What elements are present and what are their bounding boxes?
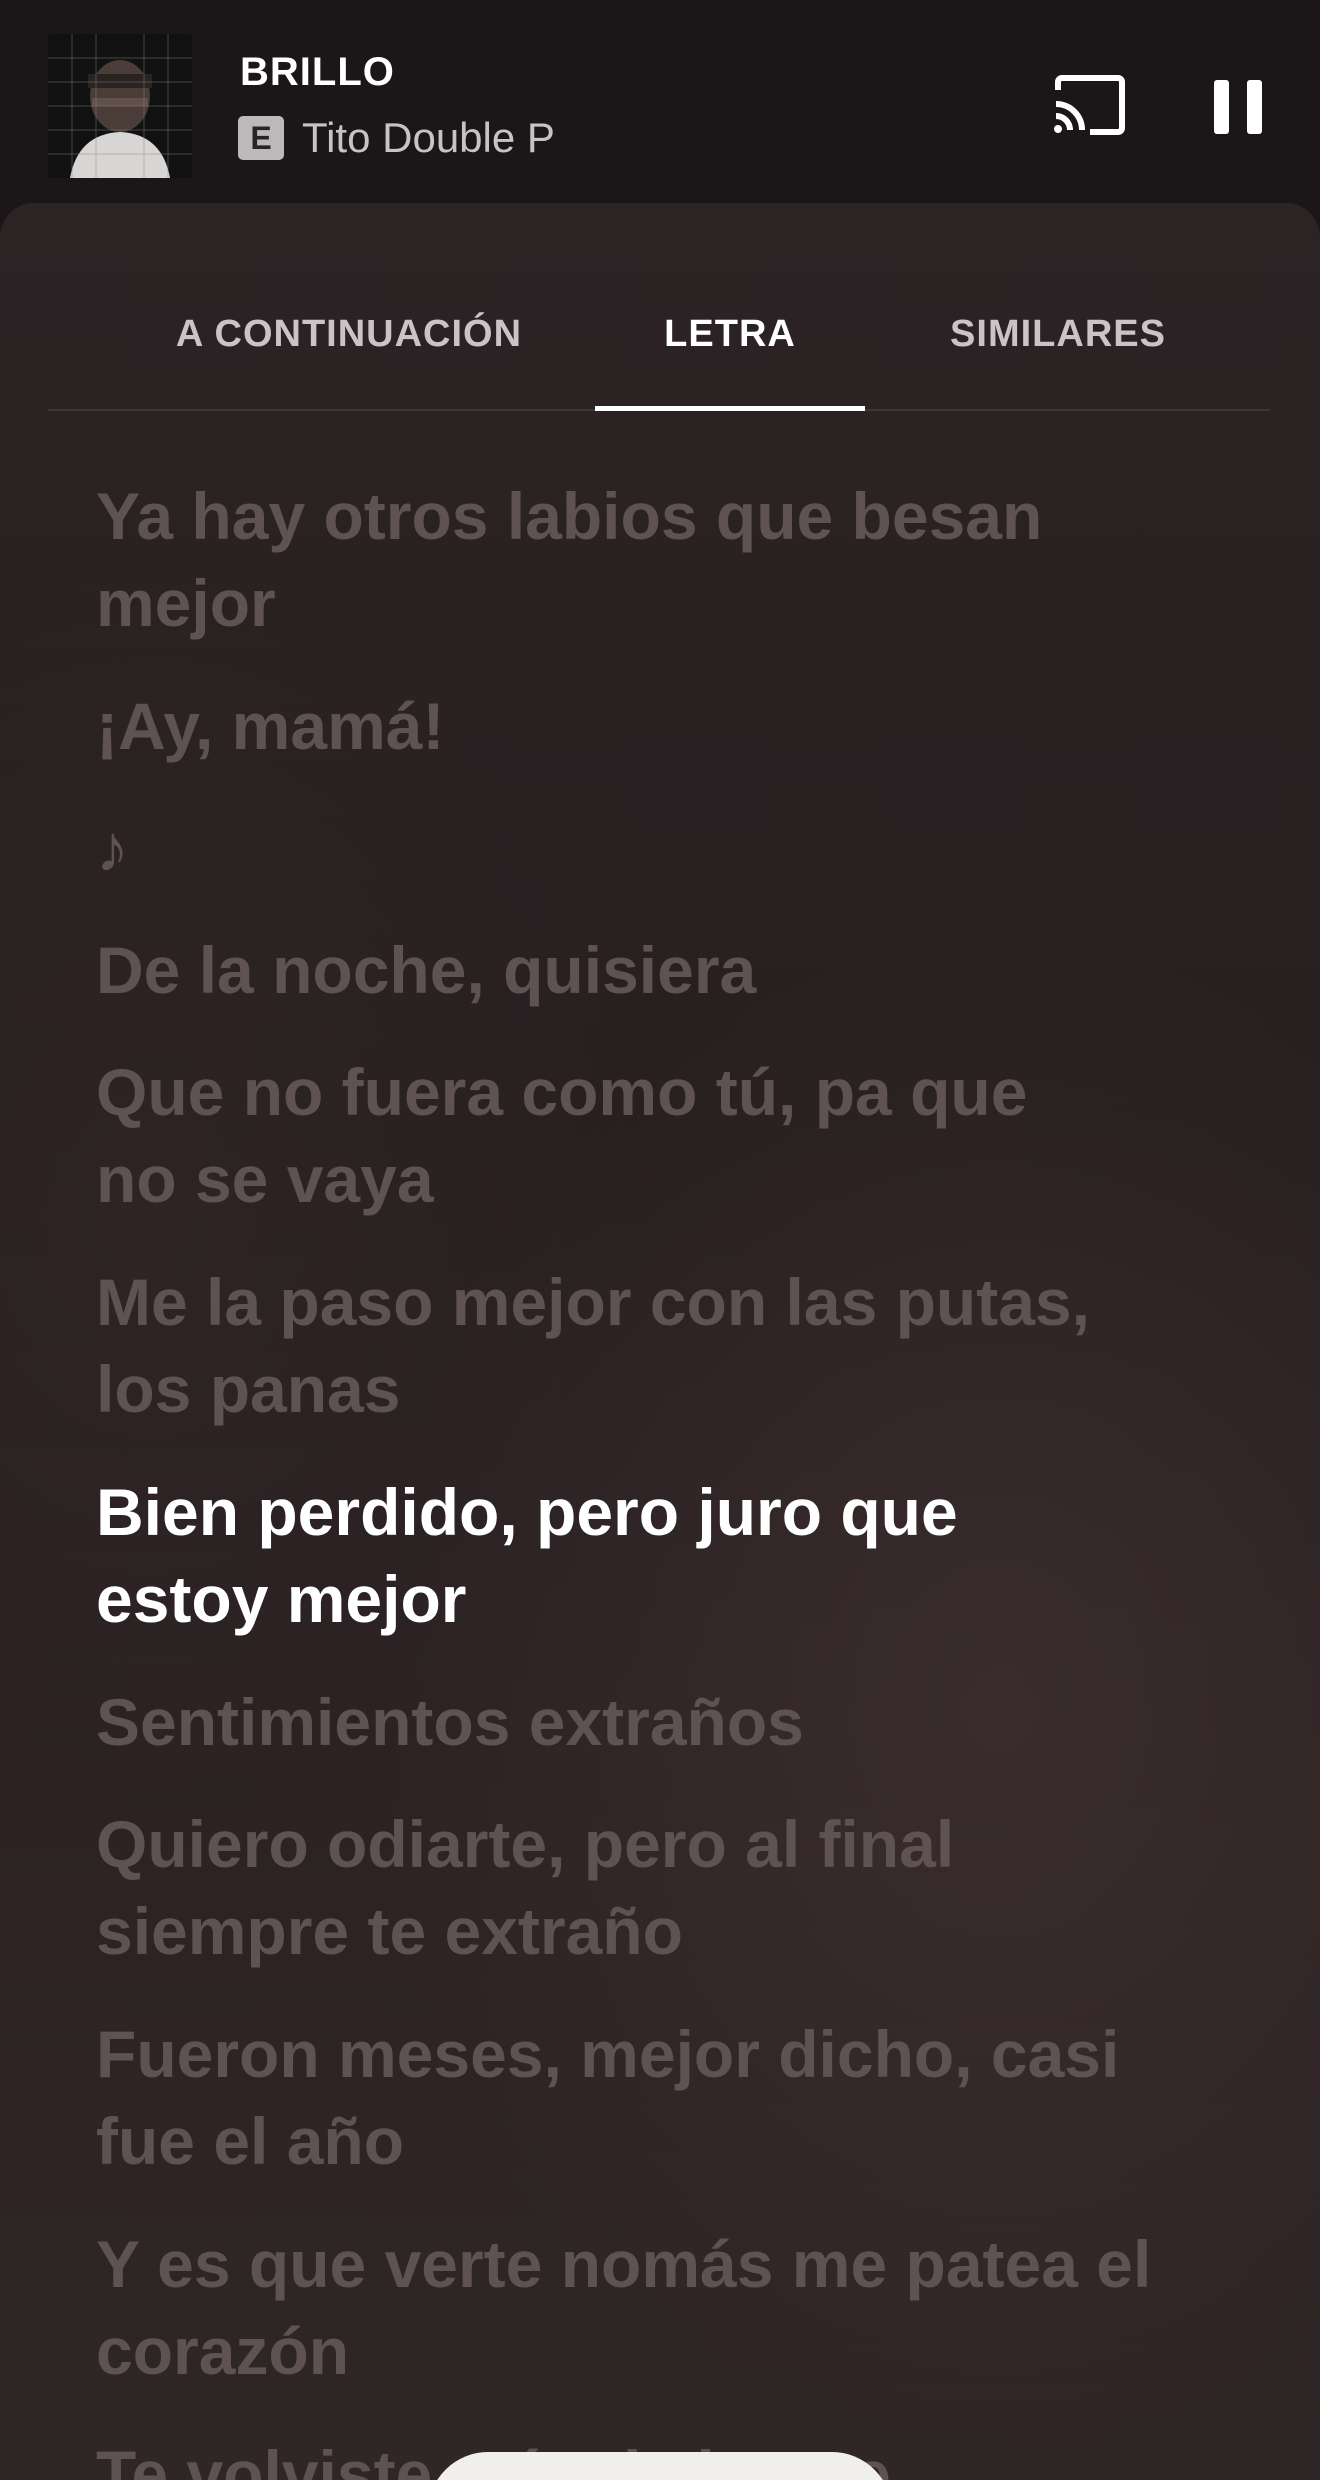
lyrics-sheet[interactable]: A CONTINUACIÓN LETRA SIMILARES Ya hay ot… xyxy=(0,203,1320,2480)
lyric-line-current[interactable]: Bien perdido, pero juro que estoy mejor xyxy=(96,1469,1096,1643)
bottom-sheet-handle[interactable] xyxy=(428,2452,892,2480)
lyric-line[interactable]: Quiero odiarte, pero al final siempre te… xyxy=(96,1801,1096,1975)
explicit-badge: E xyxy=(238,116,284,160)
lyric-line[interactable]: Ya hay otros labios que besan mejor xyxy=(96,473,1196,647)
tab-up-next[interactable]: A CONTINUACIÓN xyxy=(164,313,534,409)
mini-player[interactable]: BRILLO E Tito Double P xyxy=(0,0,1320,205)
lyrics-scroll[interactable]: Ya hay otros labios que besan mejor ¡Ay,… xyxy=(0,413,1320,2480)
album-art[interactable] xyxy=(48,34,192,178)
tab-up-next-label: A CONTINUACIÓN xyxy=(175,313,523,355)
cast-icon xyxy=(1054,75,1125,135)
tab-lyrics-label: LETRA xyxy=(664,313,796,355)
cast-button[interactable] xyxy=(1052,74,1128,136)
lyric-line[interactable]: Me la paso mejor con las putas, los pana… xyxy=(96,1259,1196,1433)
lyric-line[interactable]: Y es que verte nomás me patea el corazón xyxy=(96,2221,1196,2395)
pause-button[interactable] xyxy=(1210,78,1266,136)
lyric-line[interactable]: Fueron meses, mejor dicho, casi fue el a… xyxy=(96,2011,1196,2185)
lyric-line[interactable]: Que no fuera como tú, pa que no se vaya xyxy=(96,1049,1116,1223)
tab-bar: A CONTINUACIÓN LETRA SIMILARES xyxy=(48,203,1270,411)
album-art-image xyxy=(48,34,192,178)
tab-related-label: SIMILARES xyxy=(950,313,1166,355)
track-title[interactable]: BRILLO xyxy=(240,50,395,95)
artist-row[interactable]: E Tito Double P xyxy=(238,114,555,162)
screen: BRILLO E Tito Double P A CONTINUACIÓN LE… xyxy=(0,0,1320,2480)
tab-lyrics[interactable]: LETRA xyxy=(595,313,865,411)
lyric-line[interactable]: ♪ xyxy=(96,805,1196,892)
pause-icon xyxy=(1214,80,1262,134)
tab-related[interactable]: SIMILARES xyxy=(898,313,1218,409)
artist-name[interactable]: Tito Double P xyxy=(302,114,555,162)
lyric-line[interactable]: De la noche, quisiera xyxy=(96,927,1196,1014)
lyric-line[interactable]: Sentimientos extraños xyxy=(96,1679,1196,1766)
lyric-line[interactable]: ¡Ay, mamá! xyxy=(96,683,1196,770)
